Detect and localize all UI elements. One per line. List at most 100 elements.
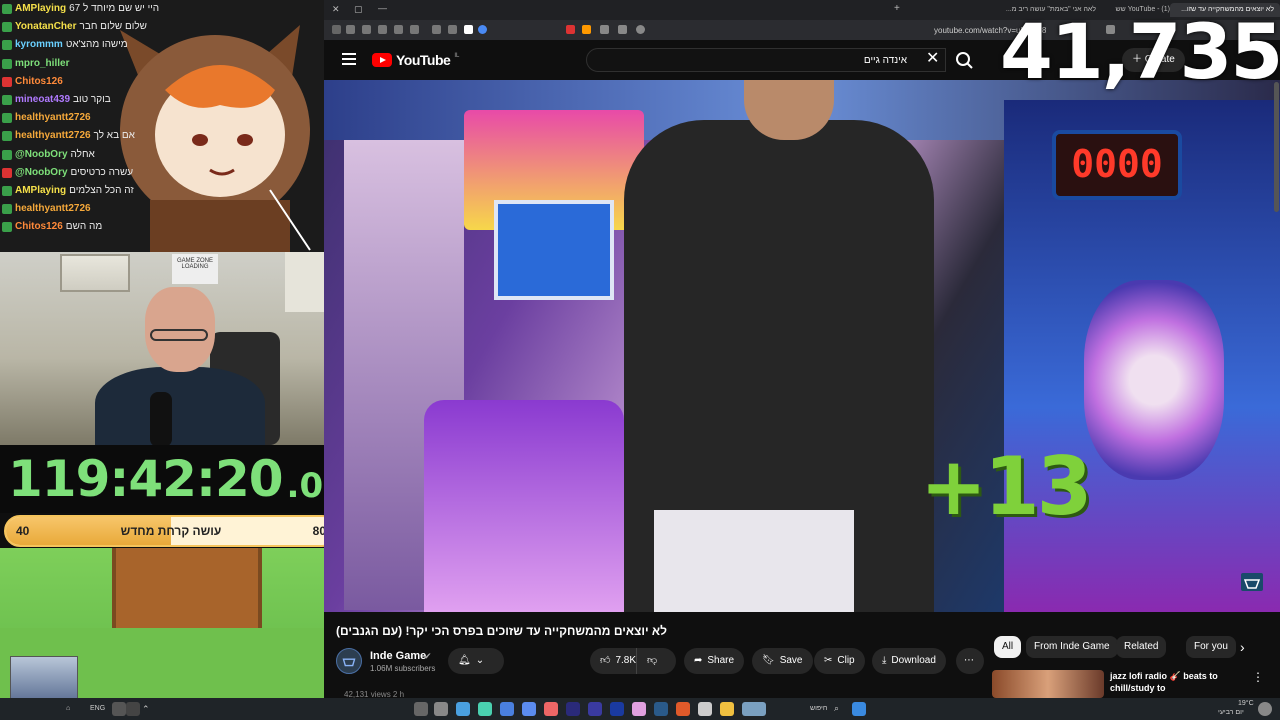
search-icon[interactable] <box>948 48 980 72</box>
window-restore-icon[interactable]: ▢ <box>354 4 363 15</box>
channel-name[interactable]: Inde Game <box>370 650 426 662</box>
download-button[interactable]: ⤓ Download <box>872 648 946 674</box>
save-button[interactable]: 🔖︎ Save <box>752 648 813 674</box>
taskbar-app-icon[interactable] <box>742 702 766 716</box>
chip-for-you[interactable]: For you <box>1186 636 1236 658</box>
bell-icon: 🔔︎ <box>458 655 471 666</box>
extension-icon[interactable] <box>478 25 487 34</box>
taskbar-app-icon[interactable] <box>522 702 536 716</box>
search-icon[interactable] <box>636 25 645 34</box>
clear-search-icon[interactable]: ✕ <box>926 51 939 67</box>
youtube-play-icon <box>372 53 392 67</box>
extension-icon[interactable] <box>432 25 441 34</box>
new-tab-icon[interactable]: + <box>894 3 900 14</box>
shield-icon[interactable] <box>566 25 575 34</box>
chat-username[interactable]: Chitos126 <box>15 218 63 236</box>
streamer-glasses <box>150 329 208 341</box>
weather-icon[interactable] <box>1258 702 1272 716</box>
extension-icon[interactable] <box>362 25 371 34</box>
extension-icon[interactable] <box>346 25 355 34</box>
taskbar-app-icon[interactable] <box>544 702 558 716</box>
chat-username[interactable]: YonatanCher <box>15 18 77 36</box>
taskbar-app-icon[interactable] <box>632 702 646 716</box>
extension-icon[interactable] <box>582 25 591 34</box>
extension-icon[interactable] <box>332 25 341 34</box>
hamburger-menu-icon[interactable] <box>342 53 356 65</box>
extension-icon[interactable] <box>410 25 419 34</box>
chat-username[interactable]: AMPlaying <box>15 182 66 200</box>
taskbar-app-icon[interactable] <box>698 702 712 716</box>
dislike-button[interactable]: 👎︎ <box>636 648 676 674</box>
extension-icon[interactable] <box>378 25 387 34</box>
chip-from-channel[interactable]: From Inde Game <box>1026 636 1118 658</box>
clip-button[interactable]: ✂ Clip <box>814 648 865 674</box>
more-vertical-icon[interactable]: ⋮ <box>1252 670 1264 684</box>
chip-all[interactable]: All <box>994 636 1022 658</box>
channel-avatar[interactable] <box>336 648 362 674</box>
webcam-window-blinds <box>60 254 130 292</box>
chat-username[interactable]: Chitos126 <box>15 73 63 91</box>
extension-icon[interactable] <box>448 25 457 34</box>
page-scrollbar[interactable] <box>1274 82 1279 212</box>
more-actions-button[interactable]: ⋯ <box>956 648 984 674</box>
chat-badge-icon <box>2 4 12 14</box>
download-label: Download <box>891 655 936 666</box>
network-icon[interactable] <box>112 702 126 716</box>
back-icon[interactable] <box>600 25 609 34</box>
search-input[interactable] <box>587 49 907 71</box>
tray-icon[interactable]: ⌂ <box>66 705 70 712</box>
file-explorer-icon[interactable] <box>720 702 734 716</box>
chat-message-text: שלום שלום חבר <box>79 21 147 33</box>
score-overlay-text: +13 <box>920 440 1092 533</box>
notification-bell-button[interactable]: 🔔︎ ⌄ <box>448 648 504 674</box>
taskbar-app-icon[interactable] <box>456 702 470 716</box>
chat-message: kyrommm מישהו מהצ'אט <box>2 36 128 54</box>
chat-username[interactable]: healthyantt2726 <box>15 127 91 145</box>
chat-username[interactable]: healthyantt2726 <box>15 109 91 127</box>
chevron-up-icon[interactable]: ⌃ <box>142 704 150 715</box>
taskbar-app-icon[interactable] <box>414 702 428 716</box>
like-button[interactable]: 👍︎ 7.8K <box>590 648 636 674</box>
window-minimize-icon[interactable]: — <box>378 3 387 13</box>
steam-icon[interactable] <box>654 702 668 716</box>
chat-username[interactable]: kyrommm <box>15 36 63 54</box>
taskbar-app-icon[interactable] <box>500 702 514 716</box>
taskbar-app-icon[interactable] <box>610 702 624 716</box>
video-player[interactable]: 0000 +13 <box>324 80 1280 612</box>
taskbar-app-icon[interactable] <box>434 702 448 716</box>
chip-related[interactable]: Related <box>1116 636 1167 658</box>
channel-watermark-icon[interactable] <box>1240 572 1264 592</box>
like-count: 7.8K <box>615 655 637 666</box>
language-indicator[interactable]: ENG <box>90 705 105 712</box>
brave-browser-icon[interactable] <box>676 702 690 716</box>
share-button[interactable]: ➦ Share <box>684 648 745 674</box>
windows-start-icon[interactable] <box>852 702 866 716</box>
chat-message: @NoobOry עשרה כרטיסים <box>2 164 133 182</box>
chevron-right-icon[interactable]: › <box>1240 639 1245 655</box>
youtube-logo[interactable]: YouTube IL <box>372 52 459 68</box>
share-label: Share <box>707 655 735 666</box>
taskbar-app-icon[interactable] <box>478 702 492 716</box>
extension-icon[interactable] <box>394 25 403 34</box>
taskbar-app-icon[interactable] <box>566 702 580 716</box>
chat-username[interactable]: @NoobOry <box>15 146 68 164</box>
reload-icon[interactable] <box>618 25 627 34</box>
chat-message: mineoat439 בוקר טוב <box>2 91 111 109</box>
recommended-video-title[interactable]: jazz lofi radio 🎸 beats to chill/study t… <box>1110 670 1240 694</box>
volume-icon[interactable] <box>126 702 140 716</box>
extension-icon[interactable] <box>464 25 473 34</box>
subscriber-count: 1.06M subscribers <box>370 664 436 673</box>
chat-username[interactable]: healthyantt2726 <box>15 200 91 218</box>
window-close-icon[interactable]: ✕ <box>332 4 340 15</box>
chat-username[interactable]: @NoobOry <box>15 164 68 182</box>
chat-username[interactable]: mpro_hiller <box>15 55 69 73</box>
scissors-icon: ✂ <box>824 655 833 666</box>
chat-message: mpro_hiller <box>2 55 72 73</box>
chat-username[interactable]: mineoat439 <box>15 91 70 109</box>
chat-username[interactable]: AMPlaying <box>15 0 66 18</box>
search-icon[interactable]: ⌕ <box>834 703 839 714</box>
taskbar-app-icon[interactable] <box>588 702 602 716</box>
recommended-video-thumbnail[interactable] <box>992 670 1104 698</box>
bookmark-icon: 🔖︎ <box>762 655 775 666</box>
taskbar-search-label[interactable]: חיפוש <box>810 705 827 712</box>
